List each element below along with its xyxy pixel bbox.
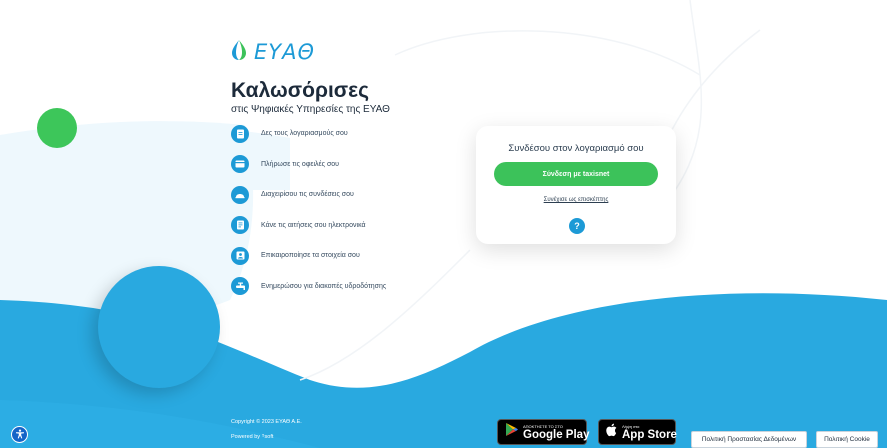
privacy-policy-button[interactable]: Πολιτική Προστασίας Δεδομένων: [691, 431, 807, 448]
guest-continue-link[interactable]: Συνέχισε ως επισκέπτης: [476, 197, 676, 203]
feature-label: Πλήρωσε τις οφειλές σου: [261, 160, 340, 168]
login-card: Συνδέσου στον λογαριασμό σου Σύνδεση με …: [476, 126, 676, 244]
feature-item-connections: Διαχειρίσου τις συνδέσεις σου: [231, 185, 386, 204]
feature-label: Κάνε τις αιτήσεις σου ηλεκτρονικά: [261, 221, 366, 229]
login-title: Συνδέσου στον λογαριασμό σου: [508, 143, 644, 154]
google-play-big-text: Google Play: [523, 428, 590, 441]
taxisnet-login-button[interactable]: Σύνδεση με taxisnet: [494, 162, 658, 186]
accessibility-button[interactable]: [11, 426, 28, 443]
feature-label: Ενημερώσου για διακοπές υδροδότησης: [261, 282, 387, 290]
feature-item-bills: Δες τους λογαριασμούς σου: [231, 124, 386, 143]
feature-item-payments: Πλήρωσε τις οφειλές σου: [231, 155, 386, 174]
powered-by-label: Powered by: [231, 434, 261, 440]
page-subtitle: στις Ψηφιακές Υπηρεσίες της ΕΥΑΘ: [231, 104, 390, 115]
decorative-green-circle: [37, 108, 77, 148]
profile-icon: [231, 246, 249, 265]
app-store-badge[interactable]: Λήψη στο App Store: [598, 419, 677, 445]
brand-name: ΕΥΑΘ: [254, 40, 315, 64]
feature-label: Διαχειρίσου τις συνδέσεις σου: [261, 191, 354, 198]
faucet-icon: [231, 277, 249, 295]
drop-logo-icon: [231, 39, 247, 66]
brand-logo: ΕΥΑΘ: [231, 39, 315, 66]
document-icon: [231, 124, 249, 143]
powered-logo-text: soft: [264, 434, 274, 440]
help-icon[interactable]: ?: [569, 218, 585, 234]
powered-by: Powered by ⁵soft: [231, 434, 273, 440]
decorative-blue-circle: [98, 266, 220, 388]
feature-item-profile: Επικαιροποίησε τα στοιχεία σου: [231, 246, 386, 265]
feature-item-applications: Κάνε τις αιτήσεις σου ηλεκτρονικά: [231, 216, 386, 235]
google-play-icon: [505, 422, 519, 442]
powered-by-logo: ⁵soft: [262, 434, 273, 440]
copyright-text: Copyright © 2023 ΕΥΑΘ Α.Ε.: [231, 419, 302, 425]
feature-label: Δες τους λογαριασμούς σου: [261, 130, 348, 137]
apple-icon: [606, 423, 618, 442]
accessibility-icon: [15, 426, 25, 444]
app-store-big-text: App Store: [622, 428, 677, 441]
google-play-badge[interactable]: ΑΠΟΚΤΗΣΤΕ ΤΟ ΣΤΟ Google Play: [497, 419, 590, 445]
feature-list: Δες τους λογαριασμούς σου Πλήρωσε τις οφ…: [231, 124, 386, 307]
page-title: Καλωσόρισες: [231, 79, 370, 102]
feature-item-outages: Ενημερώσου για διακοπές υδροδότησης: [231, 277, 386, 296]
cookie-policy-button[interactable]: Πολιτική Cookie: [816, 431, 878, 448]
feature-label: Επικαιροποίησε τα στοιχεία σου: [261, 252, 360, 259]
connection-icon: [231, 185, 249, 204]
form-icon: [231, 216, 249, 234]
card-icon: [231, 155, 249, 173]
